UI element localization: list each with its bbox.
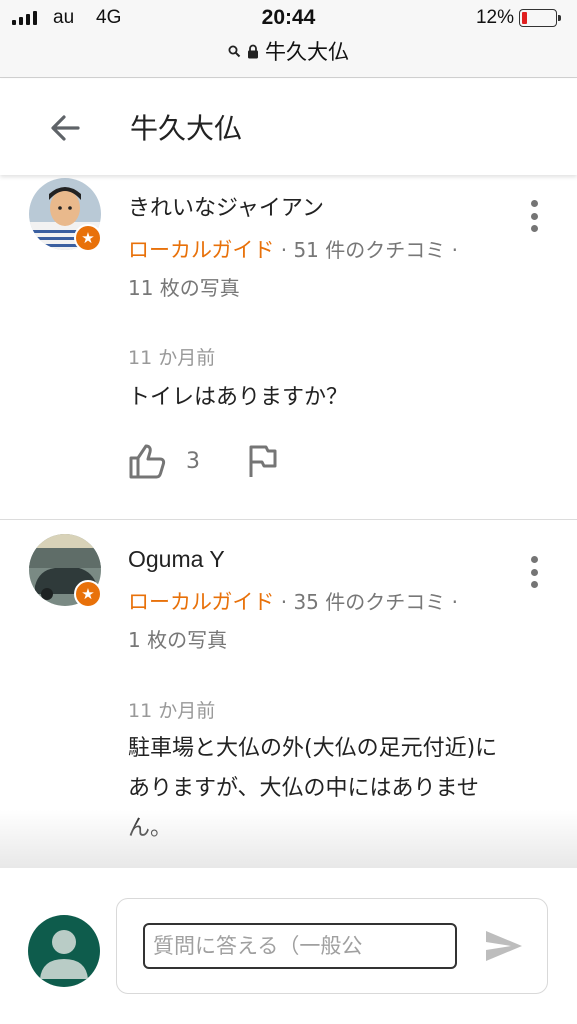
answer-input[interactable] <box>143 923 457 969</box>
photo-count: 1 枚の写真 <box>128 628 228 652</box>
more-options-button[interactable] <box>528 556 540 588</box>
dot-icon <box>530 556 538 563</box>
review-author[interactable]: Oguma Y <box>128 546 225 573</box>
app-header: 牛久大仏 <box>0 79 577 175</box>
person-icon <box>40 930 88 979</box>
review-count: · 35 件のクチコミ · <box>274 590 458 614</box>
send-button[interactable] <box>483 925 525 967</box>
user-avatar[interactable] <box>28 915 100 987</box>
arrow-left-icon <box>51 115 80 141</box>
review-date: 11 か月前 <box>128 700 216 722</box>
page-title: 牛久大仏 <box>130 112 243 145</box>
scroll-fade <box>0 810 577 870</box>
answer-composer <box>0 868 577 1024</box>
dot-icon <box>530 568 538 576</box>
local-guide-label: ローカルガイド <box>128 590 275 614</box>
back-button[interactable] <box>44 107 86 149</box>
local-guide-badge-icon: ★ <box>74 580 102 608</box>
answer-card <box>116 898 548 994</box>
send-icon <box>486 931 522 961</box>
dot-icon <box>530 581 538 588</box>
author-meta: ローカルガイド · 35 件のクチコミ · 1 枚の写真 <box>128 583 508 659</box>
